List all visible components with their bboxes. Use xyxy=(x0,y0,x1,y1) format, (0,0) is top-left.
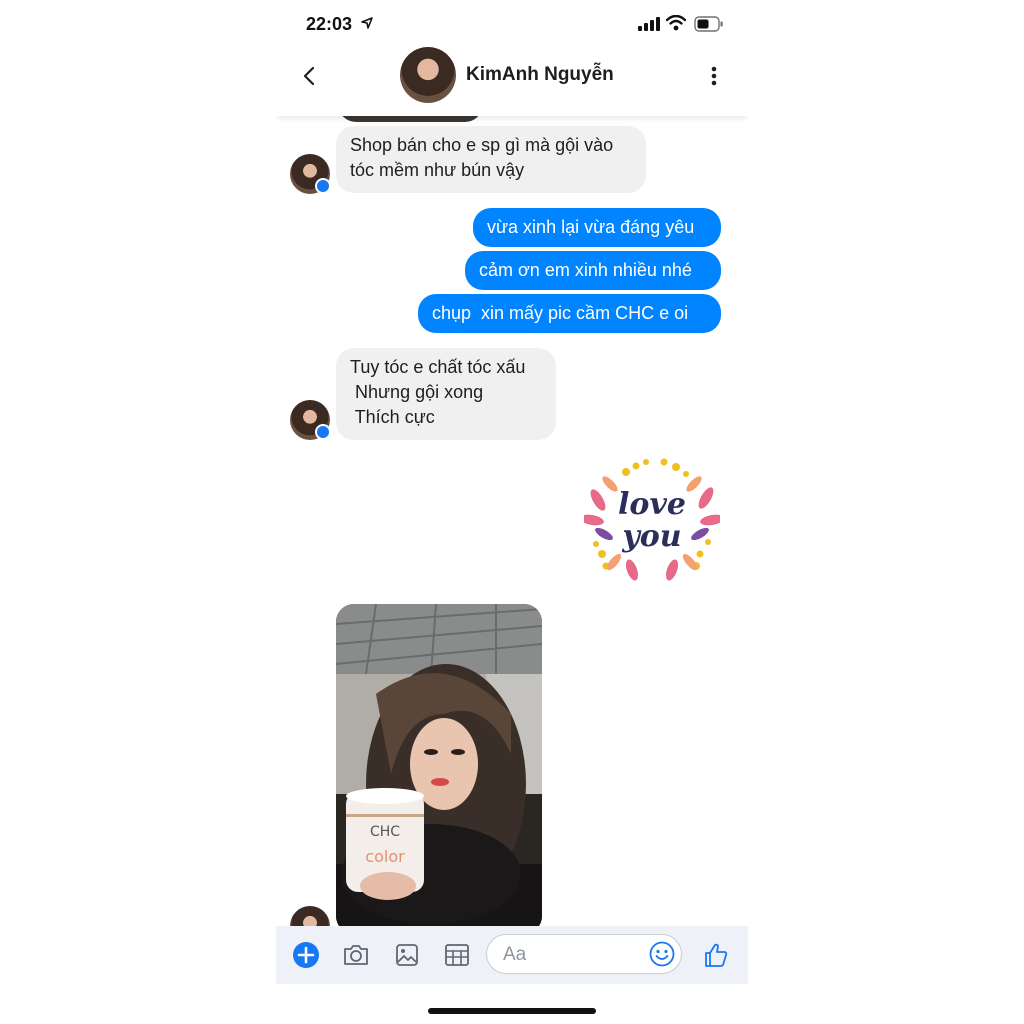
location-arrow-icon xyxy=(361,17,373,29)
wifi-icon xyxy=(666,15,686,31)
sticker-text-you: you xyxy=(621,519,681,554)
signal-icon xyxy=(638,17,660,31)
message-thread: Shop bán cho e sp gì mà gội vào tóc mềm … xyxy=(276,116,748,926)
message-bubble-outgoing[interactable]: chụp xin mấy pic cầm CHC e oi xyxy=(418,294,721,333)
status-time: 22:03 xyxy=(306,14,353,34)
photo-message[interactable]: CHC color xyxy=(336,604,542,926)
photo-content: CHC color xyxy=(336,604,542,926)
message-bubble-outgoing[interactable]: vừa xinh lại vừa đáng yêu xyxy=(473,208,721,247)
chat-header: KimAnh Nguyễn xyxy=(276,44,748,116)
message-bubble-outgoing[interactable]: cảm ơn em xinh nhiều nhé xyxy=(465,251,721,290)
message-bubble-incoming[interactable]: Shop bán cho e sp gì mà gội vào tóc mềm … xyxy=(336,126,646,193)
message-input[interactable]: Aa xyxy=(486,934,682,974)
status-bar: 22:03 xyxy=(276,0,748,44)
input-placeholder: Aa xyxy=(503,944,527,965)
love-you-sticker[interactable]: love you xyxy=(584,458,720,582)
home-indicator[interactable] xyxy=(428,1008,596,1014)
sender-avatar[interactable] xyxy=(290,906,330,926)
contact-avatar[interactable] xyxy=(400,47,456,103)
camera-icon[interactable] xyxy=(342,941,370,969)
battery-icon xyxy=(694,16,723,32)
emoji-icon[interactable] xyxy=(649,941,675,967)
messenger-badge-icon xyxy=(315,178,331,194)
message-bubble-incoming[interactable]: Tuy tóc e chất tóc xấu Nhưng gội xong Th… xyxy=(336,348,556,440)
svg-text:color: color xyxy=(365,847,405,866)
plus-icon[interactable] xyxy=(292,941,320,969)
previous-photo-message[interactable] xyxy=(338,116,483,122)
messenger-screen: 22:03 KimAnh Nguyễn Shop bán cho e sp gì… xyxy=(276,0,748,1024)
like-thumb-icon[interactable] xyxy=(702,941,730,969)
gallery-icon[interactable] xyxy=(393,941,421,969)
composer-bar: Aa xyxy=(276,926,748,984)
messenger-badge-icon xyxy=(315,424,331,440)
gif-grid-icon[interactable] xyxy=(443,941,471,969)
back-chevron-icon[interactable] xyxy=(298,64,322,88)
product-label: CHC xyxy=(370,824,400,840)
contact-name[interactable]: KimAnh Nguyễn xyxy=(466,64,614,86)
more-vertical-icon[interactable] xyxy=(706,64,722,88)
sticker-text-love: love xyxy=(618,487,686,522)
